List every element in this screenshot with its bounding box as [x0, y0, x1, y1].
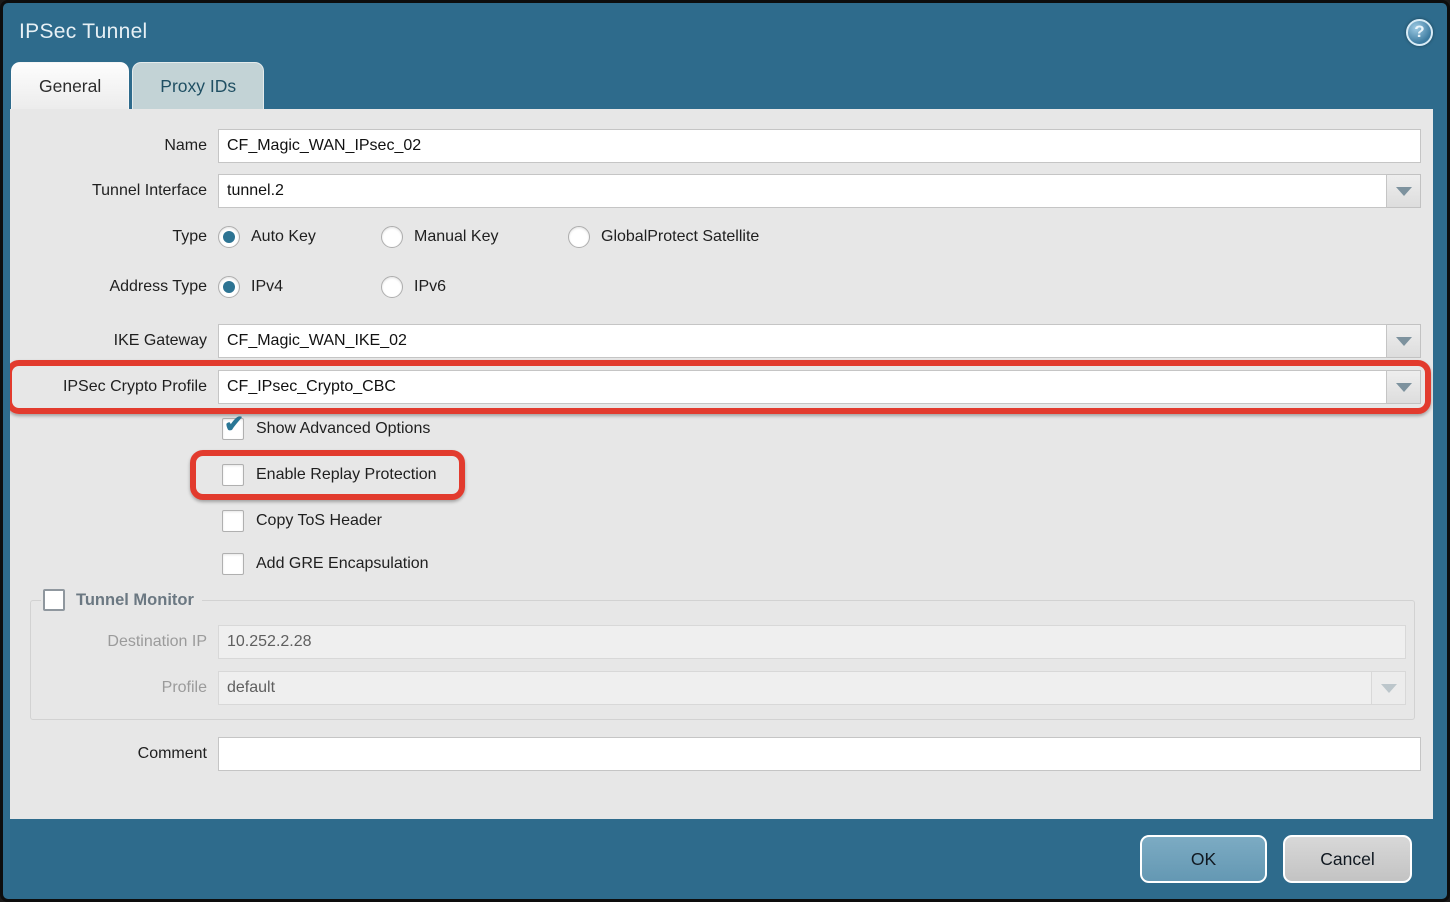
- radio-selected-icon: [218, 226, 240, 248]
- monitor-profile-row: Profile: [39, 671, 1406, 705]
- dialog-titlebar: IPSec Tunnel ?: [3, 3, 1447, 61]
- chevron-down-icon: [1396, 383, 1412, 392]
- radio-globalprotect-satellite[interactable]: GlobalProtect Satellite: [568, 226, 759, 248]
- tunnel-monitor-section: Tunnel Monitor Destination IP Profile: [30, 589, 1415, 720]
- checkbox-checked-icon: ✔: [222, 418, 244, 440]
- tunnel-monitor-legend: Tunnel Monitor: [41, 589, 202, 611]
- tunnel-interface-dropdown-button[interactable]: [1387, 174, 1421, 208]
- ike-gateway-label: IKE Gateway: [10, 332, 207, 350]
- dialog-footer: OK Cancel: [3, 819, 1447, 899]
- monitor-profile-input: [218, 671, 1372, 705]
- ipsec-tunnel-dialog: IPSec Tunnel ? General Proxy IDs Name Tu…: [0, 0, 1450, 902]
- ipsec-crypto-profile-row: IPSec Crypto Profile: [10, 370, 1421, 404]
- enable-replay-protection-row: Enable Replay Protection: [10, 464, 1421, 486]
- radio-manual-key[interactable]: Manual Key: [381, 226, 544, 248]
- dialog-title: IPSec Tunnel: [19, 20, 1406, 44]
- help-glyph: ?: [1414, 22, 1424, 42]
- name-row: Name: [10, 129, 1421, 163]
- show-advanced-options-checkbox[interactable]: ✔ Show Advanced Options: [222, 418, 430, 440]
- ike-gateway-dropdown-button[interactable]: [1387, 324, 1421, 358]
- type-label: Type: [10, 228, 207, 246]
- general-tab-panel: Name Tunnel Interface Type Auto Key: [10, 109, 1433, 819]
- name-label: Name: [10, 137, 207, 155]
- comment-input[interactable]: [218, 737, 1421, 771]
- chevron-down-icon: [1396, 187, 1412, 196]
- radio-unselected-icon: [381, 276, 403, 298]
- tab-bar: General Proxy IDs: [3, 61, 1447, 109]
- checkbox-unchecked-icon: [222, 510, 244, 532]
- comment-label: Comment: [10, 745, 207, 763]
- chevron-down-icon: [1396, 337, 1412, 346]
- copy-tos-header-checkbox[interactable]: Copy ToS Header: [222, 510, 382, 532]
- destination-ip-label: Destination IP: [39, 633, 207, 651]
- checkbox-unchecked-icon: [222, 553, 244, 575]
- tab-proxy-ids[interactable]: Proxy IDs: [132, 62, 264, 109]
- ipsec-crypto-profile-dropdown-button[interactable]: [1387, 370, 1421, 404]
- add-gre-encapsulation-row: Add GRE Encapsulation: [10, 553, 1421, 575]
- address-type-label: Address Type: [10, 278, 207, 296]
- tab-general[interactable]: General: [11, 62, 129, 109]
- radio-unselected-icon: [381, 226, 403, 248]
- address-type-row: Address Type IPv4 IPv6: [10, 272, 1421, 302]
- tunnel-monitor-title: Tunnel Monitor: [76, 591, 194, 610]
- destination-ip-input: [218, 625, 1406, 659]
- radio-unselected-icon: [568, 226, 590, 248]
- radio-ipv6[interactable]: IPv6: [381, 276, 446, 298]
- enable-replay-protection-checkbox[interactable]: Enable Replay Protection: [222, 464, 437, 486]
- monitor-profile-dropdown-button: [1372, 671, 1406, 705]
- tunnel-interface-input[interactable]: [218, 174, 1387, 208]
- ipsec-crypto-profile-input[interactable]: [218, 370, 1387, 404]
- chevron-down-icon: [1381, 684, 1397, 693]
- ike-gateway-row: IKE Gateway: [10, 324, 1421, 358]
- monitor-profile-label: Profile: [39, 679, 207, 697]
- checkbox-unchecked-icon: [222, 464, 244, 486]
- ok-button[interactable]: OK: [1140, 835, 1267, 883]
- radio-auto-key[interactable]: Auto Key: [218, 226, 357, 248]
- tunnel-monitor-checkbox[interactable]: [43, 589, 65, 611]
- show-advanced-options-row: ✔ Show Advanced Options: [10, 418, 1421, 440]
- comment-row: Comment: [10, 737, 1421, 771]
- radio-selected-icon: [218, 276, 240, 298]
- copy-tos-header-row: Copy ToS Header: [10, 510, 1421, 532]
- ipsec-crypto-profile-label: IPSec Crypto Profile: [10, 378, 207, 396]
- tunnel-interface-row: Tunnel Interface: [10, 174, 1421, 208]
- tunnel-interface-label: Tunnel Interface: [10, 182, 207, 200]
- name-input[interactable]: [218, 129, 1421, 163]
- add-gre-encapsulation-checkbox[interactable]: Add GRE Encapsulation: [222, 553, 429, 575]
- destination-ip-row: Destination IP: [39, 625, 1406, 659]
- ike-gateway-input[interactable]: [218, 324, 1387, 358]
- type-row: Type Auto Key Manual Key GlobalProtect S…: [10, 222, 1421, 252]
- help-icon[interactable]: ?: [1406, 19, 1433, 46]
- cancel-button[interactable]: Cancel: [1283, 835, 1412, 883]
- radio-ipv4[interactable]: IPv4: [218, 276, 357, 298]
